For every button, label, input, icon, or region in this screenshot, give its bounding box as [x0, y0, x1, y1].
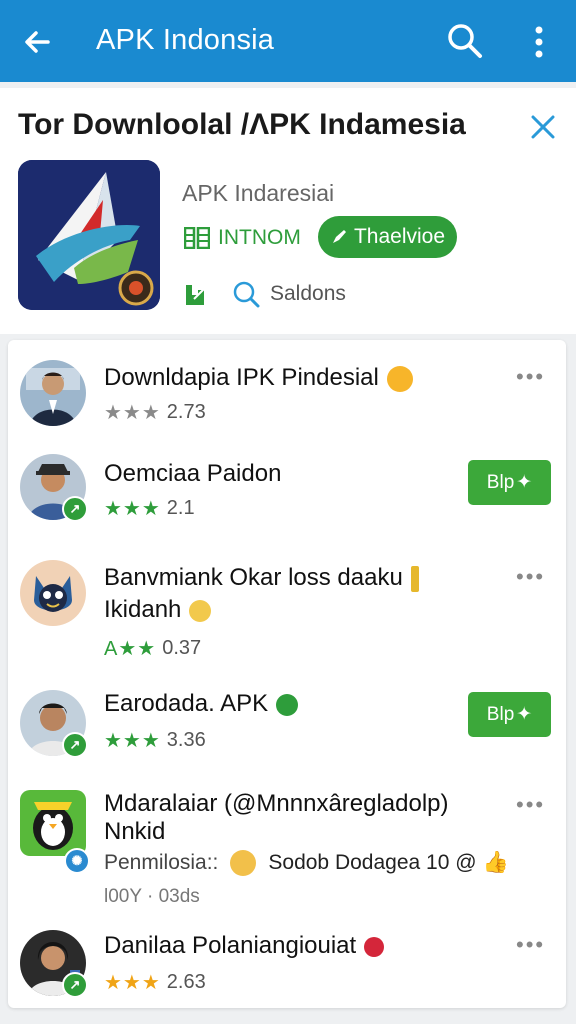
search-icon[interactable] [444, 20, 486, 62]
lips-icon [364, 936, 385, 957]
item-name: Downldapia IPK Pindesial [104, 364, 413, 392]
item-footer: l00Y · 03ds [104, 886, 200, 907]
thumbs-up-icon: 👍 [482, 851, 509, 874]
pen-icon [332, 230, 346, 243]
rating-stars: ★★★ [104, 730, 161, 752]
more-options-icon[interactable]: ••• [516, 792, 545, 818]
avatar [20, 360, 86, 426]
developer-name: APK Indaresiai [182, 180, 335, 206]
item-rating: ★★★ 2.63 [104, 970, 206, 995]
item-name: Banvmiank Okar loss daaku Ikidanh [104, 562, 419, 626]
rating-value: 3.36 [166, 729, 206, 751]
face-emoji-icon [230, 850, 257, 876]
get-button[interactable]: Blp ✦ [468, 460, 551, 505]
rating-stars: A★★ [104, 638, 157, 660]
avatar [20, 790, 86, 856]
app-icon [18, 160, 160, 310]
more-options-icon[interactable]: ••• [516, 564, 545, 590]
page-title: Tor Downloolal /ΛPK Indamesia [18, 108, 466, 141]
item-rating: ★★★ 2.73 [104, 400, 206, 425]
sparkle-icon: ✦ [516, 472, 533, 493]
item-rating: ★★★ 3.36 [104, 728, 206, 753]
item-name: Danilaa Polaniangiouiat [104, 932, 385, 960]
verified-badge-icon: ↗ [62, 732, 88, 758]
app-meta: Saldons [184, 280, 346, 308]
install-button[interactable]: Thaelvioe [318, 216, 457, 258]
close-icon[interactable] [526, 110, 560, 144]
rating-stars: ★★★ [104, 498, 161, 520]
item-subtitle: Penmilosia:: Sodob Dodagea 10 @ 👍 [104, 850, 509, 876]
smile-emoji-icon [386, 365, 413, 392]
list-item[interactable]: ↗ Danilaa Polaniangiouiat ★★★ 2.63 ••• [8, 928, 566, 1004]
more-options-icon[interactable]: ••• [516, 364, 545, 390]
rating-value: 2.73 [166, 401, 206, 423]
item-rating: A★★ 0.37 [104, 636, 201, 661]
app-list: Downldapia IPK Pindesial ★★★ 2.73 ••• ↗ … [8, 340, 566, 1008]
verified-badge-icon: ↗ [62, 972, 88, 998]
item-rating: ★★★ 2.1 [104, 496, 195, 521]
item-name: Mdaralaiar (@Mnnnxâregladolp) Nnkid [104, 790, 449, 845]
grid-info-icon [184, 227, 210, 249]
overflow-menu-icon[interactable] [526, 22, 552, 62]
list-item[interactable]: ↗ Oemciaa Paidon ★★★ 2.1 Blp ✦ [8, 452, 566, 548]
app-header-card: Tor Downloolal /ΛPK Indamesia APK Indare… [0, 88, 576, 334]
sparkle-icon: ✦ [516, 704, 533, 725]
verified-badge-icon: ↗ [62, 496, 88, 522]
get-button[interactable]: Blp ✦ [468, 692, 551, 737]
rating-stars: ★★★ [104, 402, 161, 424]
list-item[interactable]: ✺ Mdaralaiar (@Mnnnxâregladolp) Nnkid Pe… [8, 788, 566, 924]
app-meta-label: Saldons [270, 282, 346, 305]
candle-icon [410, 565, 419, 592]
list-item[interactable]: ↗ Earodada. APK ★★★ 3.36 Blp ✦ [8, 686, 566, 782]
get-button-label: Blp [486, 471, 515, 493]
rating-value: 2.1 [166, 497, 195, 519]
more-options-icon[interactable]: ••• [516, 932, 545, 958]
rating-value: 2.63 [166, 971, 206, 993]
app-info-label: INTNOM [218, 226, 301, 249]
list-item[interactable]: Banvmiank Okar loss daaku Ikidanh A★★ 0.… [8, 556, 566, 676]
install-button-label: Thaelvioe [353, 225, 446, 248]
app-bar-title: APK Indonsia [96, 24, 275, 56]
planet-badge-icon: ✺ [64, 848, 90, 874]
chart-icon [186, 284, 209, 305]
app-info[interactable]: INTNOM [184, 226, 301, 250]
rating-stars: ★★★ [104, 972, 161, 994]
get-button-label: Blp [486, 703, 515, 725]
avatar [20, 560, 86, 626]
back-arrow-icon[interactable] [18, 22, 58, 62]
item-name: Oemciaa Paidon [104, 460, 282, 487]
smile-emoji-icon [189, 599, 212, 622]
list-item[interactable]: Downldapia IPK Pindesial ★★★ 2.73 ••• [8, 358, 566, 448]
app-bar: APK Indonsia [0, 0, 576, 82]
rating-value: 0.37 [162, 637, 202, 659]
green-dot-icon [276, 693, 299, 716]
search-icon[interactable] [232, 280, 260, 308]
item-name: Earodada. APK [104, 690, 299, 718]
